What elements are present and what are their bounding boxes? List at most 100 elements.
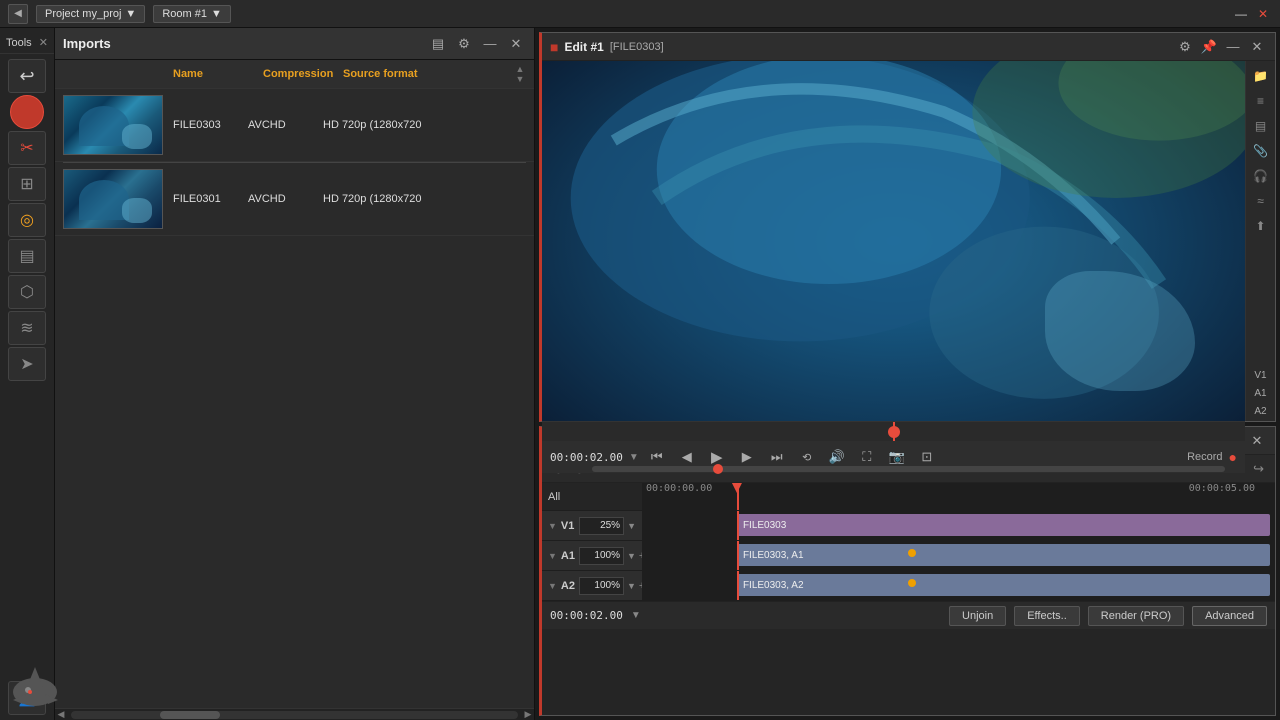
- imports-table-header: Name Compression Source format ▲ ▼: [55, 60, 534, 89]
- vt-equalizer-btn[interactable]: ≈: [1250, 190, 1272, 212]
- tools-close-icon[interactable]: ✕: [39, 36, 48, 49]
- a1-pct-input[interactable]: [579, 547, 624, 565]
- a1-collapse-arrow[interactable]: ▼: [548, 551, 557, 561]
- imports-close-btn[interactable]: ✕: [506, 34, 526, 54]
- project-dropdown-icon[interactable]: ▼: [125, 8, 136, 20]
- scroll-track[interactable]: [71, 711, 518, 719]
- vt-upload-btn[interactable]: ⬆: [1250, 215, 1272, 237]
- effects-button[interactable]: Effects..: [1014, 606, 1080, 626]
- timecode-dropdown[interactable]: ▼: [629, 452, 639, 463]
- window-controls: — ✕: [1232, 5, 1272, 23]
- room-label: Room #1: [162, 8, 207, 20]
- vt-rows-btn[interactable]: ▤: [1250, 115, 1272, 137]
- a2-label-area: ▼ A2 ▼ + 0.0 0.0: [542, 571, 642, 600]
- viewer-file: [FILE0303]: [610, 41, 664, 53]
- tool-target-btn[interactable]: ◎: [8, 203, 46, 237]
- tool-layers-btn[interactable]: ≋: [8, 311, 46, 345]
- a1-marker: [908, 549, 916, 557]
- step-fwd-btn[interactable]: ▶: [735, 447, 759, 467]
- a2-pct-dropdown[interactable]: ▼: [627, 581, 636, 591]
- col-scroll-down[interactable]: ▼: [516, 74, 525, 84]
- room-tab[interactable]: Room #1 ▼: [153, 5, 231, 23]
- tool-table-btn[interactable]: ▤: [8, 239, 46, 273]
- scroll-right-arrow[interactable]: ▶: [522, 709, 534, 720]
- tl-redo-btn[interactable]: ↪: [1250, 461, 1267, 477]
- imports-header: Imports ▤ ⚙ — ✕: [55, 28, 534, 60]
- import-name-0301: FILE0301: [173, 193, 248, 205]
- loop-btn[interactable]: ⟲: [795, 447, 819, 467]
- col-scroll-up[interactable]: ▲: [516, 64, 525, 74]
- vt-list-btn[interactable]: ≡: [1250, 90, 1272, 112]
- v1-track-name: V1: [561, 520, 574, 532]
- tool-cut-btn[interactable]: ✂: [8, 131, 46, 165]
- a2-playhead: [737, 571, 739, 600]
- a2-clips-area: FILE0303, A2: [642, 571, 1275, 600]
- tl-close-btn[interactable]: ✕: [1247, 431, 1267, 451]
- close-button[interactable]: ✕: [1254, 5, 1272, 23]
- go-start-btn[interactable]: ⏮: [645, 447, 669, 467]
- a1-playhead: [737, 541, 739, 570]
- v1-pct-input[interactable]: [579, 517, 624, 535]
- viewer-close-btn[interactable]: ✕: [1247, 37, 1267, 57]
- viewer-pin-btn[interactable]: 📌: [1199, 37, 1219, 57]
- v1-collapse-arrow[interactable]: ▼: [548, 521, 557, 531]
- viewer-body: 00:00:02.00 ▼ ⏮ ◀ ▶ ▶ ⏭ ⟲ 🔊 ⛶ 📷 ⊡ Record: [542, 61, 1275, 421]
- advanced-button[interactable]: Advanced: [1192, 606, 1267, 626]
- tl-slider-thumb: [713, 464, 723, 474]
- imports-view-btn[interactable]: ▤: [428, 34, 448, 54]
- v1-pct-dropdown[interactable]: ▼: [627, 521, 636, 531]
- v1-clip-file0303[interactable]: FILE0303: [737, 514, 1270, 536]
- minimize-button[interactable]: —: [1232, 5, 1250, 23]
- import-item-file0303[interactable]: FILE0303 AVCHD HD 720p (1280x720: [55, 89, 534, 162]
- snap-btn[interactable]: 📷: [885, 447, 909, 467]
- viewer-settings-btn[interactable]: ⚙: [1175, 37, 1195, 57]
- tool-grid-btn[interactable]: ⊞: [8, 167, 46, 201]
- tc-start: 00:00:00.00: [646, 483, 712, 494]
- vt-folder-btn[interactable]: 📁: [1250, 65, 1272, 87]
- render-button[interactable]: Render (PRO): [1088, 606, 1184, 626]
- a2-collapse-arrow[interactable]: ▼: [548, 581, 557, 591]
- viewer-title: Edit #1: [564, 40, 603, 54]
- tool-select-btn[interactable]: ↩: [8, 59, 46, 93]
- tl-tc-dropdown[interactable]: ▼: [631, 610, 641, 621]
- a1-clip-file0303[interactable]: FILE0303, A1: [737, 544, 1270, 566]
- a1-clip-name: FILE0303, A1: [743, 550, 804, 561]
- viewer-minimize-btn[interactable]: —: [1223, 37, 1243, 57]
- viewer-right-tools: 📁 ≡ ▤ 📎 🎧 ≈ ⬆ V1 A1 A2: [1245, 61, 1275, 421]
- tl-bottom-bar: 00:00:02.00 ▼ Unjoin Effects.. Render (P…: [542, 601, 1275, 629]
- a2-clip-file0303[interactable]: FILE0303, A2: [737, 574, 1270, 596]
- imports-panel: Imports ▤ ⚙ — ✕ Name Compression Source …: [55, 28, 535, 720]
- audio-btn[interactable]: 🔊: [825, 447, 849, 467]
- a2-pct-input[interactable]: [579, 577, 624, 595]
- title-bar: ◀ Project my_proj ▼ Room #1 ▼ — ✕: [0, 0, 1280, 28]
- tools-label: Tools: [6, 37, 32, 49]
- frame-btn[interactable]: ⊡: [915, 447, 939, 467]
- tl-zoom-slider[interactable]: [592, 466, 1225, 472]
- imports-minimize-btn[interactable]: —: [480, 34, 500, 54]
- go-end-btn[interactable]: ⏭: [765, 447, 789, 467]
- right-area: ■ Edit #1 [FILE0303] ⚙ 📌 — ✕: [535, 28, 1280, 720]
- step-back-btn[interactable]: ◀: [675, 447, 699, 467]
- v1-clip-name: FILE0303: [743, 520, 786, 531]
- edit-viewer: ■ Edit #1 [FILE0303] ⚙ 📌 — ✕: [539, 32, 1276, 422]
- import-item-file0301[interactable]: FILE0301 AVCHD HD 720p (1280x720: [55, 163, 534, 236]
- tool-export-btn[interactable]: ➤: [8, 347, 46, 381]
- vt-headphones-btn[interactable]: 🎧: [1250, 165, 1272, 187]
- room-dropdown-icon[interactable]: ▼: [211, 8, 222, 20]
- viewer-scrub-bar[interactable]: [542, 421, 1245, 441]
- viewer-header: ■ Edit #1 [FILE0303] ⚙ 📌 — ✕: [542, 33, 1275, 61]
- vt-clip-btn[interactable]: 📎: [1250, 140, 1272, 162]
- fullscreen-btn[interactable]: ⛶: [855, 447, 879, 467]
- project-tab[interactable]: Project my_proj ▼: [36, 5, 145, 23]
- imports-settings-btn[interactable]: ⚙: [454, 34, 474, 54]
- unjoin-button[interactable]: Unjoin: [949, 606, 1006, 626]
- scroll-thumb[interactable]: [160, 711, 220, 719]
- a1-pct-dropdown[interactable]: ▼: [627, 551, 636, 561]
- a1-clips-area: FILE0303, A1: [642, 541, 1275, 570]
- v1-right-controls: ▼: [579, 517, 636, 535]
- tool-3d-btn[interactable]: ⬡: [8, 275, 46, 309]
- tools-header: Tools ✕: [0, 32, 54, 54]
- app-icon-btn[interactable]: ◀: [8, 4, 28, 24]
- col-scroll: ▲ ▼: [514, 64, 526, 84]
- tool-record-btn[interactable]: [10, 95, 44, 129]
